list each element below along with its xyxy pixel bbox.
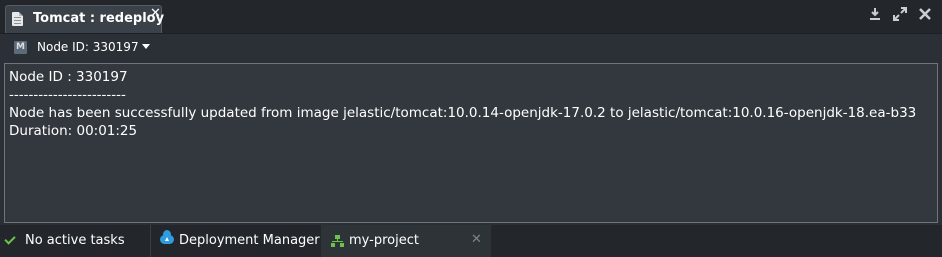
- tab-tomcat-redeploy[interactable]: Tomcat : redeploy ✕: [5, 5, 165, 33]
- log-line: Node ID : 330197: [9, 69, 128, 85]
- project-name: my-project: [349, 233, 419, 248]
- panel-header: Tomcat : redeploy ✕: [0, 0, 942, 34]
- log-line: ------------------------: [9, 87, 126, 103]
- project-close-icon[interactable]: ✕: [471, 232, 482, 247]
- close-icon[interactable]: [916, 7, 934, 25]
- node-badge-icon: M: [14, 41, 27, 54]
- chevron-down-icon[interactable]: [142, 44, 150, 49]
- check-icon: [4, 233, 16, 245]
- deployment-manager-tab[interactable]: Deployment Manager: [151, 225, 321, 257]
- project-tree-icon: [331, 235, 344, 247]
- log-line: Node has been successfully updated from …: [9, 105, 917, 121]
- node-id-selector[interactable]: Node ID: 330197: [37, 40, 139, 54]
- download-icon[interactable]: [866, 7, 884, 25]
- tab-title: Tomcat : redeploy: [33, 11, 165, 26]
- document-icon: [12, 12, 23, 26]
- project-label: my-project: [349, 225, 459, 257]
- tab-close-icon[interactable]: ✕: [150, 7, 161, 20]
- node-toolbar: M Node ID: 330197: [0, 34, 942, 61]
- deployment-manager-label: Deployment Manager: [179, 233, 320, 248]
- log-output[interactable]: Node ID : 330197 -----------------------…: [4, 63, 938, 223]
- status-bar: No active tasks Deployment Manager my-pr…: [0, 225, 942, 257]
- tasks-status[interactable]: No active tasks: [0, 225, 150, 257]
- log-line: Duration: 00:01:25: [9, 123, 138, 139]
- cloud-upload-icon: [160, 230, 174, 244]
- tasks-label: No active tasks: [25, 233, 125, 248]
- expand-icon[interactable]: [891, 7, 909, 25]
